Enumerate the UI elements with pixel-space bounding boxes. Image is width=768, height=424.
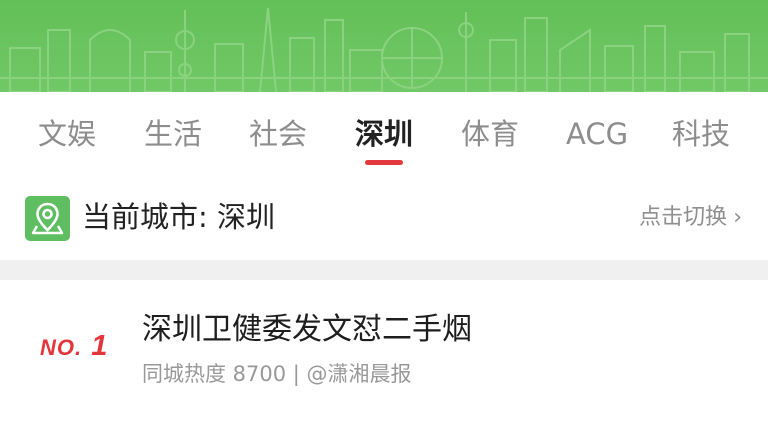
active-tab-indicator: [365, 160, 403, 165]
current-city-row: 当前城市: 深圳 点击切换 ›: [0, 178, 768, 260]
switch-city-label: 点击切换: [639, 205, 728, 230]
tab-entertainment[interactable]: 文娱: [38, 112, 96, 156]
switch-city-link[interactable]: 点击切换 ›: [639, 200, 742, 236]
tab-acg[interactable]: ACG: [566, 112, 628, 156]
tab-society[interactable]: 社会: [249, 112, 307, 156]
skyline-illustration: [0, 7, 768, 92]
tab-tech[interactable]: 科技: [672, 112, 730, 156]
news-list-item[interactable]: NO. 1 深圳卫健委发文怼二手烟 同城热度 8700 | @潇湘晨报: [0, 280, 768, 424]
category-tab-bar: 文娱 生活 社会 深圳 体育 ACG 科技: [0, 92, 768, 178]
chevron-right-icon: ›: [733, 205, 742, 230]
rank-prefix: NO.: [40, 335, 83, 360]
city-skyline-banner: [0, 0, 768, 92]
location-pin-icon: [25, 196, 70, 241]
tab-sports[interactable]: 体育: [461, 112, 519, 156]
rank-number: 1: [91, 330, 109, 362]
rank-badge: NO. 1: [40, 324, 108, 368]
current-city-label: 当前城市: 深圳: [82, 200, 275, 234]
tab-shenzhen[interactable]: 深圳: [355, 112, 413, 156]
section-divider: [0, 260, 768, 280]
tab-life[interactable]: 生活: [144, 112, 202, 156]
news-title[interactable]: 深圳卫健委发文怼二手烟: [142, 308, 472, 352]
news-meta: 同城热度 8700 | @潇湘晨报: [142, 362, 412, 386]
